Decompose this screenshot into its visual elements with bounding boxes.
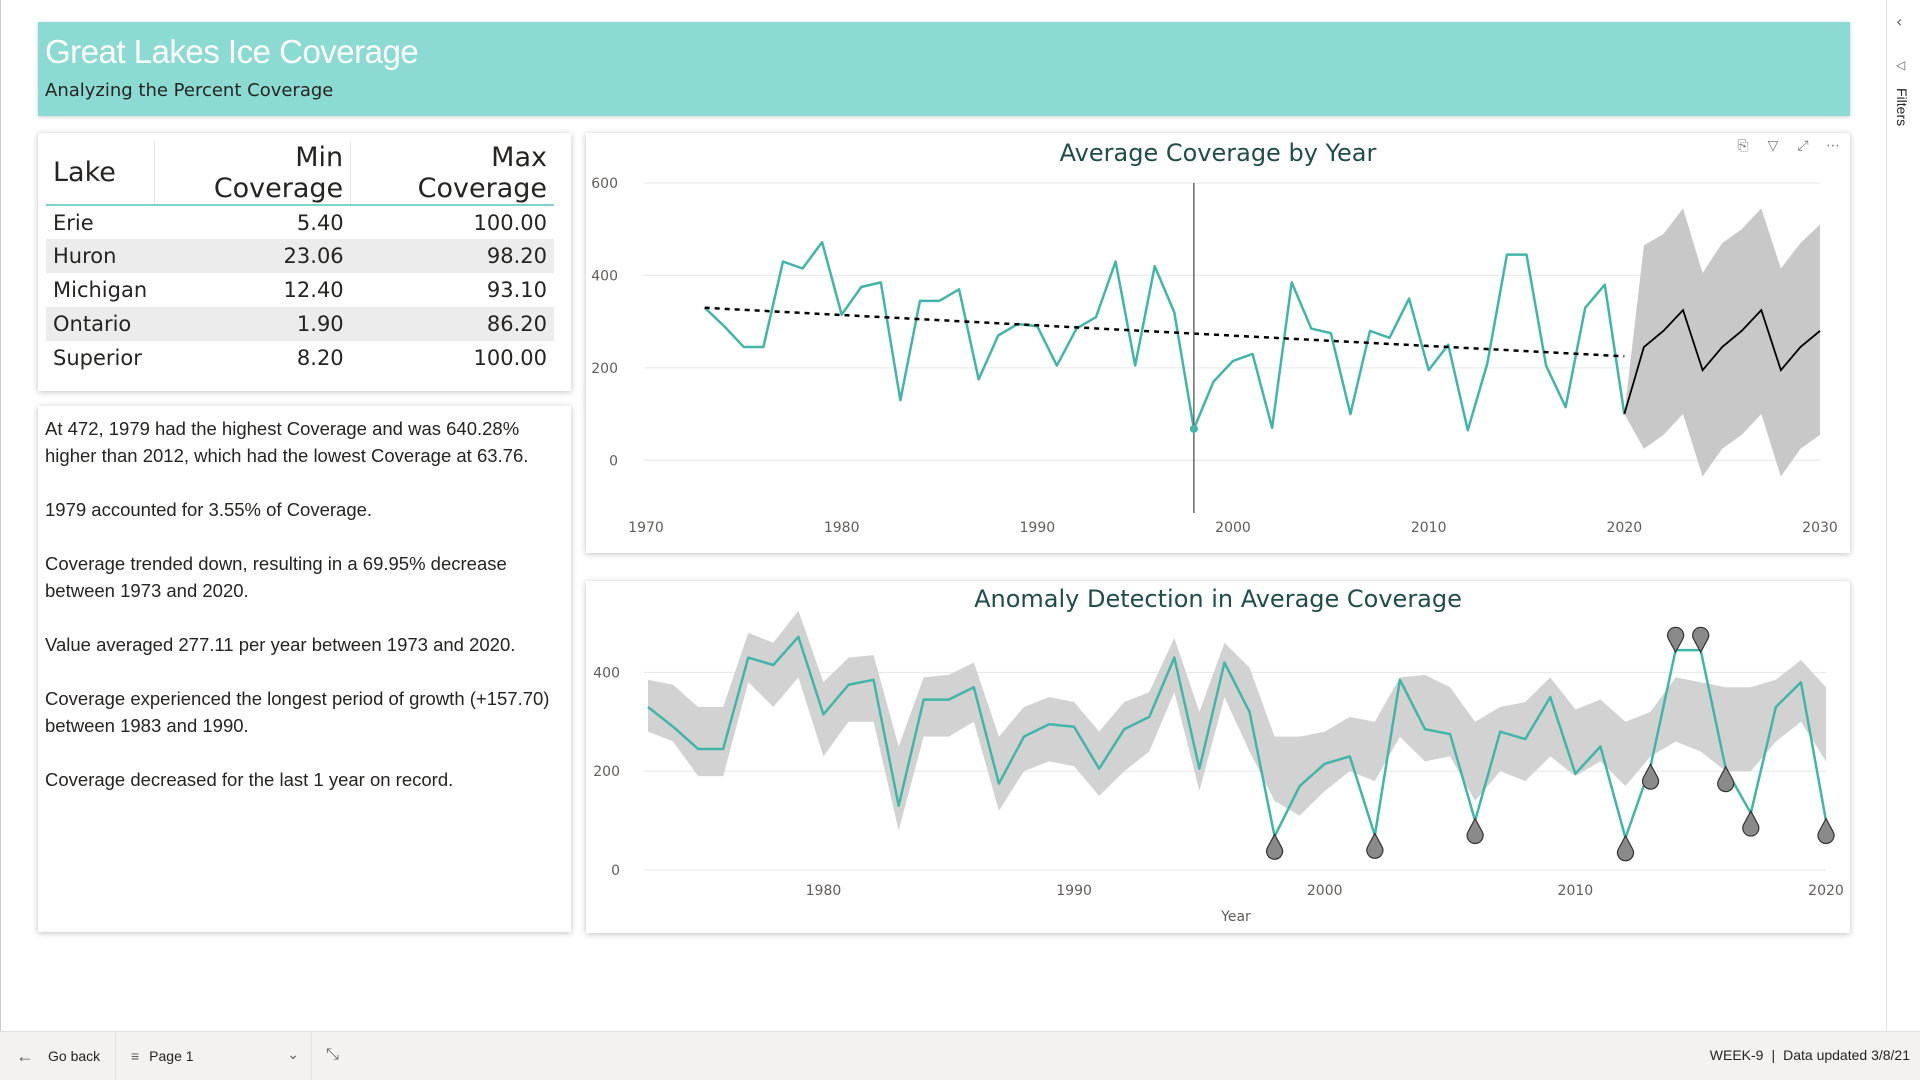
chevron-left-icon[interactable]: ‹ bbox=[1896, 12, 1902, 31]
y-tick-label: 0 bbox=[611, 863, 620, 879]
anomaly-detection-chart[interactable]: 0 200 400 1980 1990 2000 2010 2020 Year bbox=[586, 581, 1850, 933]
cell-lake: Erie bbox=[53, 210, 94, 235]
filters-label[interactable]: Filters bbox=[1894, 88, 1910, 126]
cell-min-coverage: 12.40 bbox=[283, 278, 344, 302]
cell-lake: Ontario bbox=[46, 307, 155, 341]
x-tick-label: 1990 bbox=[1056, 883, 1092, 899]
lake-coverage-table[interactable]: Lake Min Coverage Max Coverage Erie 5.40… bbox=[46, 141, 554, 375]
go-back-label: Go back bbox=[48, 1048, 101, 1064]
y-tick-label: 400 bbox=[593, 665, 620, 681]
anomaly-marker bbox=[1616, 834, 1635, 862]
anomaly-marker bbox=[1466, 817, 1484, 844]
anomaly-marker bbox=[1266, 833, 1284, 860]
anomaly-marker bbox=[1817, 817, 1835, 844]
x-tick-label: 2010 bbox=[1558, 883, 1594, 899]
y-tick-label: 600 bbox=[591, 176, 618, 192]
cell-max-coverage: 100.00 bbox=[473, 210, 547, 235]
filter-icon: ◁ bbox=[1896, 58, 1906, 72]
insight-text: Coverage experienced the longest period … bbox=[45, 688, 550, 736]
y-tick-label: 200 bbox=[593, 764, 620, 780]
x-axis-title: Year bbox=[1220, 909, 1251, 925]
x-tick-label: 1980 bbox=[806, 883, 842, 899]
average-coverage-chart[interactable]: 0 200 400 600 1970 1980 1990 2000 2010 2020 2030 bbox=[586, 133, 1850, 553]
table-header-row: Lake Min Coverage Max Coverage bbox=[46, 141, 554, 206]
x-tick-label: 2030 bbox=[1802, 520, 1838, 536]
x-tick-label: 1970 bbox=[628, 520, 664, 536]
x-tick-label: 2020 bbox=[1607, 520, 1643, 536]
cell-lake: Michigan bbox=[53, 278, 148, 302]
anomaly-marker bbox=[1742, 809, 1760, 837]
cell-max-coverage: 100.00 bbox=[473, 346, 547, 370]
table-row[interactable]: Michigan 12.40 93.10 bbox=[46, 273, 554, 307]
x-tick-label: 2020 bbox=[1808, 883, 1844, 899]
x-tick-label: 1980 bbox=[824, 520, 860, 536]
forecast-confidence-band bbox=[1624, 208, 1820, 477]
y-tick-label: 0 bbox=[609, 453, 618, 469]
report-canvas: Great Lakes Ice Coverage Analyzing the P… bbox=[0, 0, 1886, 1031]
anomaly-marker bbox=[1667, 626, 1685, 654]
coverage-series-line bbox=[703, 240, 1626, 432]
cell-min-coverage: 1.90 bbox=[154, 307, 351, 341]
insight-text: Coverage decreased for the last 1 year o… bbox=[45, 769, 454, 790]
table-row[interactable]: Erie 5.40 100.00 bbox=[46, 205, 554, 239]
table-row[interactable]: Superior 8.20 100.00 bbox=[46, 341, 554, 375]
insight-text: Coverage trended down, resulting in a 69… bbox=[45, 553, 507, 601]
smart-narrative-card[interactable]: At 472, 1979 had the highest Coverage an… bbox=[38, 406, 571, 932]
table-row[interactable]: Huron 23.06 98.20 bbox=[46, 239, 554, 273]
cell-max-coverage: 93.10 bbox=[486, 278, 547, 302]
column-header-min-coverage[interactable]: Min Coverage bbox=[154, 141, 352, 206]
y-tick-label: 200 bbox=[591, 361, 618, 377]
cell-max-coverage: 98.20 bbox=[350, 239, 554, 273]
insight-text: 1979 accounted for 3.55% of Coverage. bbox=[45, 499, 373, 520]
bottom-bar: ← Go back ≡ Page 1 ⌄ ⤡ WEEK-9 | Data upd… bbox=[0, 1031, 1920, 1080]
column-header-max-coverage[interactable]: Max Coverage bbox=[350, 141, 554, 206]
table-row[interactable]: Ontario 1.90 86.20 bbox=[46, 307, 554, 341]
cell-max-coverage: 86.20 bbox=[350, 307, 554, 341]
cell-lake: Huron bbox=[46, 239, 155, 273]
lake-coverage-table-card[interactable]: Lake Min Coverage Max Coverage Erie 5.40… bbox=[38, 133, 571, 391]
x-tick-label: 1990 bbox=[1020, 520, 1056, 536]
page-selector[interactable]: ≡ Page 1 ⌄ bbox=[116, 1032, 312, 1080]
page-list-icon: ≡ bbox=[131, 1048, 140, 1064]
report-app: Great Lakes Ice Coverage Analyzing the P… bbox=[0, 0, 1920, 1080]
insight-text: Value averaged 277.11 per year between 1… bbox=[45, 634, 516, 655]
anomaly-marker bbox=[1641, 762, 1660, 790]
filters-pane[interactable]: ‹ ◁ Filters bbox=[1886, 0, 1920, 1031]
y-tick-label: 400 bbox=[591, 268, 618, 284]
chevron-down-icon: ⌄ bbox=[287, 1046, 299, 1062]
cell-min-coverage: 8.20 bbox=[296, 346, 344, 370]
go-back-button[interactable]: ← Go back bbox=[0, 1032, 116, 1080]
anomaly-marker bbox=[1692, 626, 1710, 654]
cell-min-coverage: 5.40 bbox=[296, 210, 344, 235]
arrow-left-icon: ← bbox=[16, 1045, 34, 1066]
insight-text: At 472, 1979 had the highest Coverage an… bbox=[45, 418, 529, 466]
data-updated-label: Data updated 3/8/21 bbox=[1783, 1047, 1910, 1063]
fit-to-page-icon[interactable]: ⤡ bbox=[326, 1046, 339, 1064]
cell-lake: Superior bbox=[53, 346, 142, 370]
expected-range-band bbox=[648, 610, 1826, 831]
cell-min-coverage: 23.06 bbox=[154, 239, 351, 273]
column-header-lake[interactable]: Lake bbox=[46, 141, 155, 206]
x-tick-label: 2010 bbox=[1411, 520, 1447, 536]
page-title: Great Lakes Ice Coverage bbox=[45, 33, 419, 70]
x-tick-label: 2000 bbox=[1215, 520, 1251, 536]
status-area: WEEK-9 | Data updated 3/8/21 bbox=[1710, 1047, 1910, 1063]
page-label: Page 1 bbox=[149, 1048, 194, 1064]
anomaly-detection-chart-card[interactable]: Anomaly Detection in Average Coverage 02… bbox=[586, 581, 1850, 933]
x-tick-label: 2000 bbox=[1307, 883, 1343, 899]
status-separator: | bbox=[1771, 1047, 1776, 1063]
data-point-highlight bbox=[1189, 424, 1198, 433]
week-label: WEEK-9 bbox=[1709, 1047, 1764, 1063]
anomaly-marker bbox=[1366, 832, 1384, 859]
page-subtitle: Analyzing the Percent Coverage bbox=[45, 80, 334, 101]
average-coverage-chart-card[interactable]: Average Coverage by Year ⎘ ▽ ⤢ ⋯ 0 200 400… bbox=[586, 133, 1850, 553]
